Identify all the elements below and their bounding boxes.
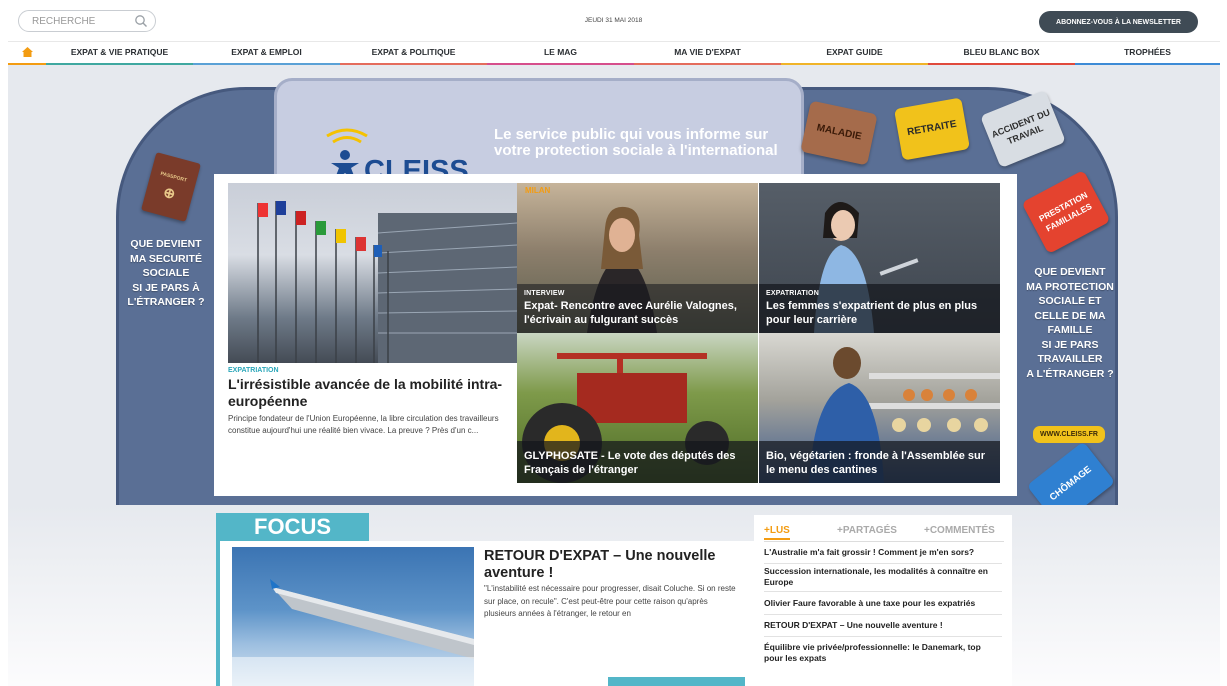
nav-item-vie-pratique[interactable]: EXPAT & VIE PRATIQUE (46, 42, 193, 65)
hero-stage: CLEISS Le service public qui vous inform… (8, 65, 1220, 686)
tab-plus-commentes[interactable]: +COMMENTÉS (924, 525, 995, 536)
article-tile-interview[interactable]: MILAN INTERVIEW Expat- Rencontre avec Au… (517, 183, 758, 333)
ranking-divider (764, 563, 1002, 564)
airplane-wing-illustration (232, 579, 474, 686)
focus-tab: FOCUS (216, 513, 369, 541)
tile-title[interactable]: Bio, végétarien : fronde à l'Assemblée s… (766, 449, 993, 477)
main-nav: EXPAT & VIE PRATIQUE EXPAT & EMPLOI EXPA… (8, 41, 1220, 65)
lead-title[interactable]: L'irrésistible avancée de la mobilité in… (228, 376, 517, 410)
focus-article[interactable]: RETOUR D'EXPAT – Une nouvelle aventure !… (216, 541, 754, 686)
ranking-tabs: +LUS +PARTAGÉS +COMMENTÉS (764, 525, 1004, 541)
lead-article-image[interactable] (228, 183, 517, 363)
nav-item-ma-vie[interactable]: MA VIE D'EXPAT (634, 42, 781, 65)
lead-kicker: EXPATRIATION (228, 367, 279, 374)
cleiss-tagline[interactable]: Le service public qui vous informe sur v… (494, 127, 778, 159)
parliament-illustration (257, 201, 517, 363)
nav-item-emploi[interactable]: EXPAT & EMPLOI (193, 42, 340, 65)
ranking-item[interactable]: Olivier Faure favorable à une taxe pour … (764, 598, 1002, 609)
nav-item-le-mag[interactable]: LE MAG (487, 42, 634, 65)
top-bar: JEUDI 31 MAI 2018 ABONNEZ-VOUS À LA NEWS… (0, 0, 1227, 40)
article-tile-femmes[interactable]: EXPATRIATION Les femmes s'expatrient de … (759, 183, 1000, 333)
nav-item-politique[interactable]: EXPAT & POLITIQUE (340, 42, 487, 65)
lead-article[interactable]: EXPATRIATION L'irrésistible avancée de l… (228, 367, 517, 437)
home-link[interactable] (8, 42, 46, 65)
ranking-item[interactable]: Équilibre vie privée/professionnelle: le… (764, 642, 1002, 664)
focus-title[interactable]: RETOUR D'EXPAT – Une nouvelle aventure ! (484, 548, 746, 578)
focus-image[interactable] (232, 547, 474, 686)
read-more-button[interactable] (608, 677, 745, 686)
newsletter-button[interactable]: ABONNEZ-VOUS À LA NEWSLETTER (1039, 11, 1198, 33)
tab-plus-lus[interactable]: +LUS (764, 525, 790, 540)
focus-description: "L'instabilité est nécessaire pour progr… (484, 584, 736, 618)
article-tile-cantines[interactable]: Bio, végétarien : fronde à l'Assemblée s… (759, 333, 1000, 483)
tile-title[interactable]: Les femmes s'expatrient de plus en plus … (766, 299, 993, 327)
right-question[interactable]: QUE DEVIENT MA PROTECTION SOCIALE ET CEL… (1024, 265, 1116, 381)
nav-item-bleu-blanc-box[interactable]: BLEU BLANC BOX (928, 42, 1075, 65)
ranking-item[interactable]: Succession internationale, les modalités… (764, 566, 1002, 588)
lead-description: Principe fondateur de l'Union Européenne… (228, 414, 499, 435)
ranking-widget: +LUS +PARTAGÉS +COMMENTÉS L'Australie m'… (754, 515, 1012, 686)
tabs-divider (764, 541, 1004, 542)
home-icon (22, 47, 33, 57)
left-question[interactable]: QUE DEVIENT MA SECURITÉ SOCIALE SI JE PA… (126, 237, 206, 310)
tile-kicker: EXPATRIATION (766, 290, 819, 297)
tile-location-tag: MILAN (525, 186, 551, 195)
ranking-item[interactable]: RETOUR D'EXPAT – Une nouvelle aventure ! (764, 620, 1002, 631)
cleiss-website-link[interactable]: WWW.CLEISS.FR (1033, 426, 1105, 443)
tab-plus-partages[interactable]: +PARTAGÉS (837, 525, 897, 536)
ranking-divider (764, 614, 1002, 615)
ranking-divider (764, 636, 1002, 637)
tile-kicker: INTERVIEW (524, 290, 565, 297)
ranking-item[interactable]: L'Australie m'a fait grossir ! Comment j… (764, 547, 1002, 558)
ranking-divider (764, 591, 1002, 592)
nav-item-trophees[interactable]: TROPHÉES (1075, 42, 1220, 65)
article-tile-glyphosate[interactable]: GLYPHOSATE - Le vote des députés des Fra… (517, 333, 758, 483)
featured-articles-panel: EXPATRIATION L'irrésistible avancée de l… (214, 174, 1017, 496)
tile-title[interactable]: Expat- Rencontre avec Aurélie Valognes, … (524, 299, 751, 327)
tile-title[interactable]: GLYPHOSATE - Le vote des députés des Fra… (524, 449, 751, 477)
nav-item-expat-guide[interactable]: EXPAT GUIDE (781, 42, 928, 65)
